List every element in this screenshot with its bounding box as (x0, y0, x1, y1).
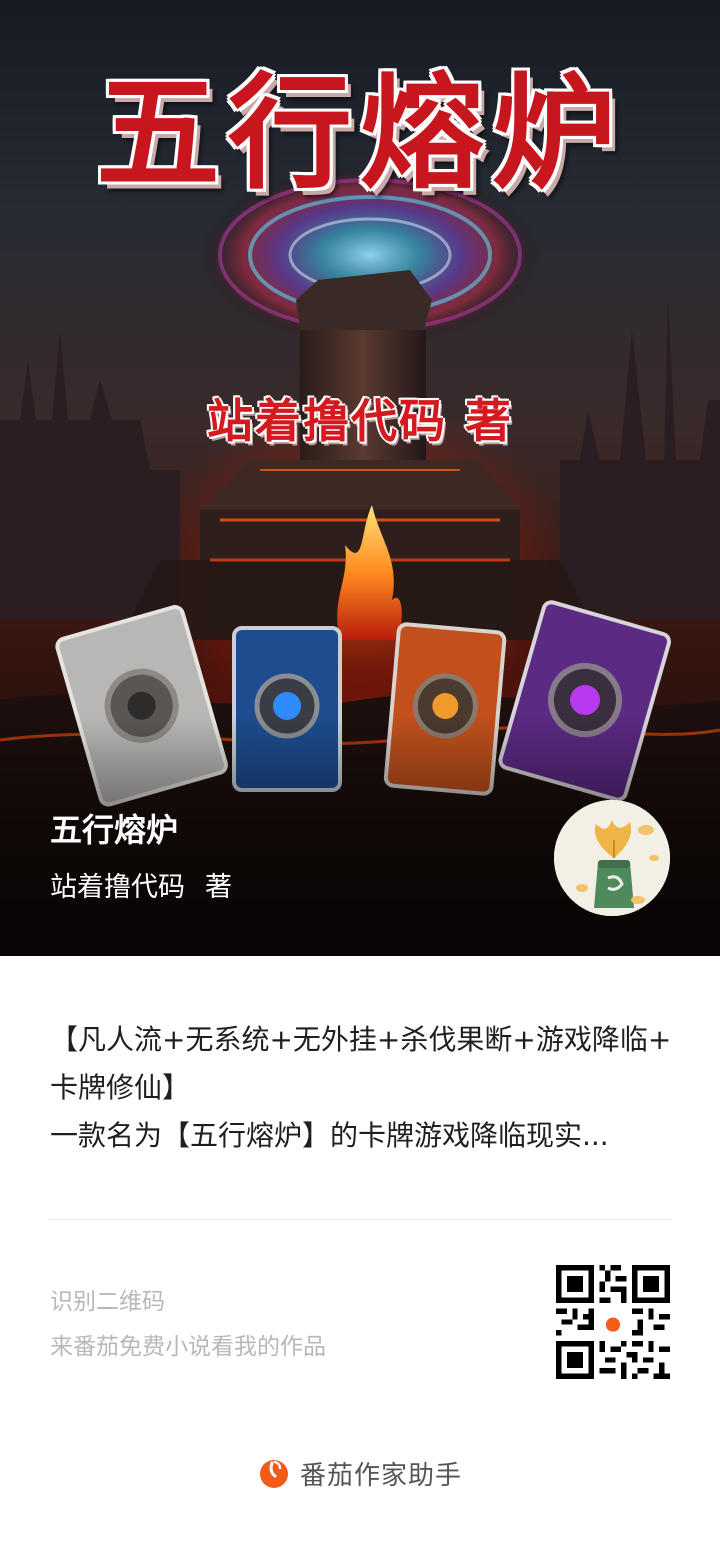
furnace-tower (120, 270, 600, 640)
cover-title-art: 五行熔炉 (95, 62, 624, 206)
fanqie-logo-icon (259, 1460, 288, 1488)
author-name: 站着撸代码 (50, 872, 185, 903)
description-line-3: 一款名为【五行熔炉】的卡牌游戏降临现实... (50, 1119, 609, 1152)
book-title: 五行熔炉 (50, 811, 179, 849)
description-line-2: 卡牌修仙】 (50, 1071, 191, 1104)
qr-hint-app: 来番茄免费小说看我的作品 (50, 1334, 326, 1360)
description-line-1: 【凡人流+无系统+无外挂+杀伐果断+游戏降临+ (50, 1023, 672, 1056)
book-author: 站着撸代码著 (50, 868, 232, 908)
qr-code-image (556, 1265, 670, 1379)
author-suffix: 著 (205, 872, 232, 903)
book-description: 【凡人流+无系统+无外挂+杀伐果断+游戏降临+ 卡牌修仙】 一款名为【五行熔炉】… (50, 1016, 672, 1160)
share-poster: 五行熔炉 站着撸代码 著 五行熔炉 站着撸代码著 【凡人流+无系统+无外挂+杀伐… (0, 0, 720, 1545)
divider (50, 1219, 670, 1220)
footer-brand-label: 番茄作家助手 (299, 1460, 462, 1491)
avatar-image (554, 800, 670, 916)
qr-hint-scan: 识别二维码 (50, 1289, 165, 1315)
book-cover: 五行熔炉 站着撸代码 著 五行熔炉 站着撸代码著 (0, 0, 720, 956)
author-avatar[interactable] (554, 800, 670, 916)
qr-code[interactable] (556, 1265, 670, 1379)
footer-brand: 番茄作家助手 (0, 1450, 720, 1496)
cover-author-art: 站着撸代码 著 (206, 394, 513, 448)
